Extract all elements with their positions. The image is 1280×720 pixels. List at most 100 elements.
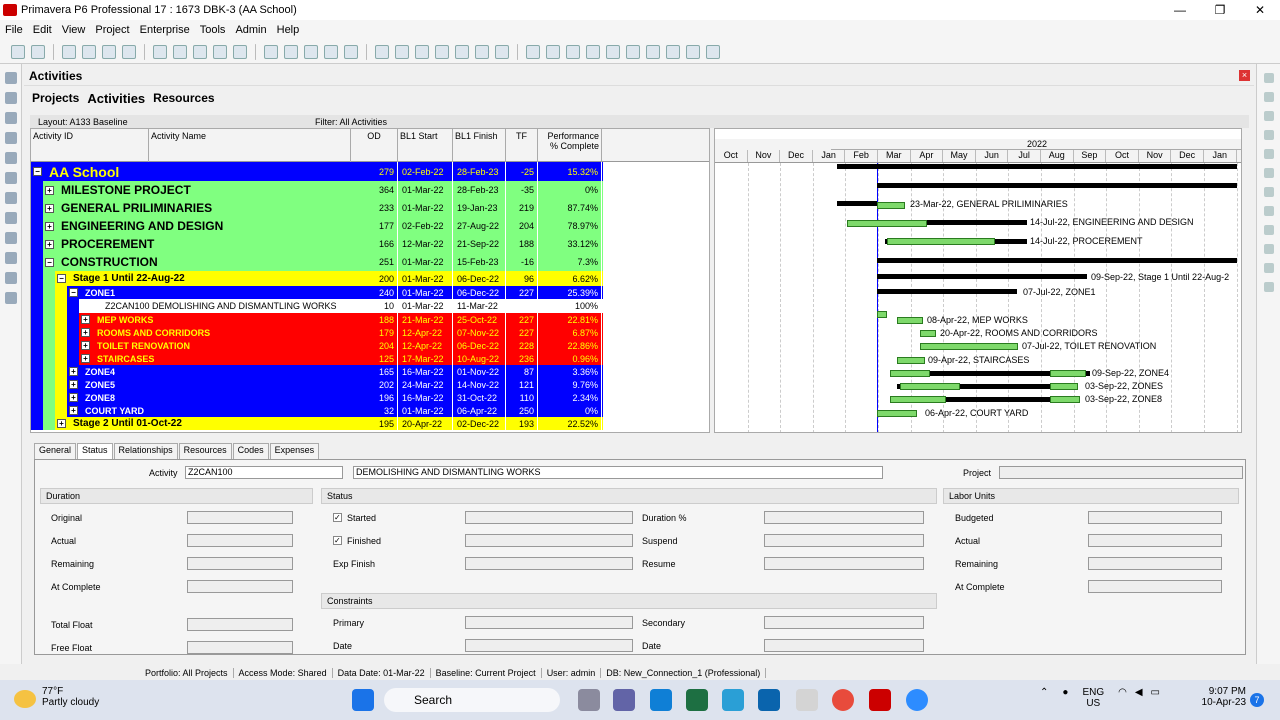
col-performance[interactable]: Performance % Complete bbox=[538, 129, 602, 162]
side-close-icon[interactable] bbox=[1264, 73, 1274, 83]
tab-resources[interactable]: Resources bbox=[149, 91, 218, 105]
expand-toggle-icon[interactable]: + bbox=[81, 315, 90, 324]
side-delete-icon[interactable] bbox=[1264, 111, 1274, 121]
gantt-chart[interactable]: 2022 Oct Nov Dec Jan Feb Mar Apr May Jun Jul Aug Se… bbox=[714, 128, 1242, 433]
side-add-icon[interactable] bbox=[1264, 92, 1274, 102]
menu-help[interactable]: Help bbox=[272, 24, 305, 36]
notes-icon[interactable] bbox=[666, 44, 680, 59]
expand-toggle-icon[interactable]: + bbox=[45, 203, 54, 213]
progress-icon[interactable] bbox=[455, 44, 469, 59]
tools-icon[interactable] bbox=[415, 44, 429, 59]
battery-icon[interactable]: ▭ bbox=[1151, 687, 1160, 709]
projects-icon[interactable] bbox=[5, 72, 17, 84]
gantt-bar[interactable] bbox=[877, 410, 917, 417]
gantt-bar[interactable] bbox=[890, 370, 930, 377]
finished-date-field[interactable] bbox=[465, 534, 633, 547]
edge-icon[interactable] bbox=[650, 689, 672, 711]
start-icon[interactable] bbox=[352, 689, 374, 711]
profile-icon[interactable] bbox=[213, 44, 227, 59]
expand-toggle-icon[interactable]: − bbox=[45, 257, 54, 267]
spreadsheet-icon[interactable] bbox=[233, 44, 247, 59]
side-cut-icon[interactable] bbox=[1264, 130, 1274, 140]
secondary-date-field[interactable] bbox=[764, 639, 924, 652]
expand-toggle-icon[interactable]: − bbox=[33, 167, 42, 176]
col-activity-name[interactable]: Activity Name bbox=[149, 129, 351, 162]
gantt-bar[interactable] bbox=[897, 357, 925, 364]
resource-icon[interactable] bbox=[5, 192, 17, 204]
tab-status[interactable]: Status bbox=[77, 443, 113, 459]
labor-actual-field[interactable] bbox=[1088, 534, 1222, 547]
help-icon[interactable] bbox=[706, 44, 720, 59]
folder-icon[interactable] bbox=[5, 132, 17, 144]
report-side-icon[interactable] bbox=[5, 232, 17, 244]
zoom-in-icon[interactable] bbox=[526, 44, 540, 59]
expand-toggle-icon[interactable]: + bbox=[45, 239, 54, 249]
tray-chevron-icon[interactable]: ⌃ bbox=[1040, 687, 1048, 709]
menu-file[interactable]: File bbox=[0, 24, 28, 36]
exp-finish-field[interactable] bbox=[465, 557, 633, 570]
expand-toggle-icon[interactable]: + bbox=[69, 380, 78, 389]
suspend-field[interactable] bbox=[764, 534, 924, 547]
gantt-bar[interactable] bbox=[1050, 396, 1080, 403]
primary-date-field[interactable] bbox=[465, 639, 633, 652]
gantt-bar[interactable] bbox=[897, 317, 923, 324]
baseline-icon[interactable] bbox=[475, 44, 489, 59]
project-field[interactable] bbox=[999, 466, 1243, 479]
columns-select-icon[interactable] bbox=[284, 44, 298, 59]
notification-badge[interactable]: 7 bbox=[1250, 693, 1264, 707]
activity-id-field[interactable]: Z2CAN100 bbox=[185, 466, 343, 479]
expand-toggle-icon[interactable]: − bbox=[69, 288, 78, 297]
free-float-field[interactable] bbox=[187, 641, 293, 654]
zoom-icon[interactable] bbox=[906, 689, 928, 711]
at-complete-field[interactable] bbox=[187, 580, 293, 593]
menu-view[interactable]: View bbox=[57, 24, 91, 36]
lang-code[interactable]: ENG bbox=[1082, 687, 1104, 698]
menu-enterprise[interactable]: Enterprise bbox=[135, 24, 195, 36]
labor-remaining-field[interactable] bbox=[1088, 557, 1222, 570]
table-row[interactable]: + ZONE8 196 16-Mar-22 31-Oct-22 110 2.34% bbox=[31, 391, 603, 404]
filter-icon[interactable] bbox=[304, 44, 318, 59]
side-step-icon[interactable] bbox=[1264, 206, 1274, 216]
report-icon[interactable] bbox=[495, 44, 509, 59]
table-row[interactable]: + ZONE4 165 16-Mar-22 01-Nov-22 87 3.36% bbox=[31, 365, 603, 378]
labor-at-complete-field[interactable] bbox=[1088, 580, 1222, 593]
gantt-bar[interactable] bbox=[920, 343, 1018, 350]
app-icon-2[interactable] bbox=[796, 689, 818, 711]
expand-toggle-icon[interactable]: + bbox=[45, 185, 54, 195]
col-bl1-start[interactable]: BL1 Start bbox=[398, 129, 453, 162]
table-row[interactable]: + COURT YARD 32 01-Mar-22 06-Apr-22 250 0% bbox=[31, 404, 603, 417]
tab-activities[interactable]: Activities bbox=[83, 91, 149, 106]
columns-icon[interactable] bbox=[82, 44, 96, 59]
volume-icon[interactable]: ◀ bbox=[1135, 687, 1143, 709]
tracking-icon[interactable] bbox=[5, 112, 17, 124]
gantt-bar[interactable] bbox=[1050, 383, 1078, 390]
gantt-bar[interactable] bbox=[1050, 370, 1086, 377]
total-float-field[interactable] bbox=[187, 618, 293, 631]
table-row[interactable]: − ZONE1 240 01-Mar-22 06-Dec-22 227 25.39% bbox=[31, 286, 603, 299]
col-tf[interactable]: TF bbox=[506, 129, 538, 162]
resume-field[interactable] bbox=[764, 557, 924, 570]
table-row[interactable]: + MILESTONE PROJECT 364 01-Mar-22 28-Feb-23-… bbox=[31, 181, 603, 199]
col-activity-id[interactable]: Activity ID bbox=[31, 129, 149, 162]
gantt-bar[interactable] bbox=[877, 258, 1237, 263]
print-icon[interactable] bbox=[11, 44, 25, 59]
finished-checkbox[interactable]: ✓ bbox=[333, 536, 342, 545]
print-preview-icon[interactable] bbox=[31, 44, 45, 59]
tab-projects[interactable]: Projects bbox=[28, 91, 83, 105]
hash-icon[interactable] bbox=[344, 44, 358, 59]
outlook-icon[interactable] bbox=[758, 689, 780, 711]
filter-label[interactable]: Filter: All Activities bbox=[315, 117, 387, 127]
table-row[interactable]: − CONSTRUCTION 251 01-Mar-22 15-Feb-23 -16 7.3… bbox=[31, 253, 603, 271]
pan-icon[interactable] bbox=[566, 44, 580, 59]
table-row[interactable]: − AA School 279 02-Feb-22 28-Feb-23 -25 15.32% bbox=[31, 162, 603, 181]
file-explorer-icon[interactable] bbox=[578, 689, 600, 711]
teams-icon[interactable] bbox=[613, 689, 635, 711]
menu-project[interactable]: Project bbox=[90, 24, 134, 36]
col-bl1-finish[interactable]: BL1 Finish bbox=[453, 129, 506, 162]
network-icon[interactable] bbox=[193, 44, 207, 59]
side-up-icon[interactable] bbox=[1264, 263, 1274, 273]
expand-toggle-icon[interactable]: + bbox=[81, 354, 90, 363]
gantt-bar[interactable] bbox=[877, 311, 887, 318]
actual-field[interactable] bbox=[187, 534, 293, 547]
primavera-icon[interactable] bbox=[869, 689, 891, 711]
